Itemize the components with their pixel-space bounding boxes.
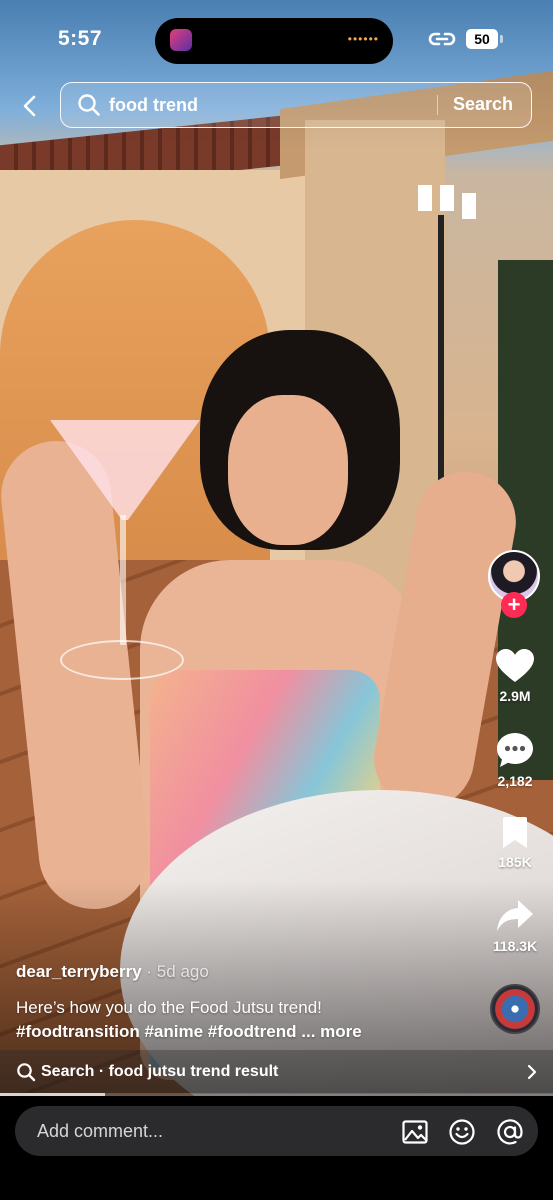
search-suggestion-text: Search · food jutsu trend result (41, 1063, 279, 1080)
caption-line: Here’s how you do the Food Jutsu trend! (16, 998, 322, 1017)
share-count: 118.3K (492, 938, 538, 954)
comment-bar (0, 1096, 553, 1200)
search-button[interactable]: Search (453, 94, 513, 115)
back-button[interactable] (14, 88, 44, 124)
activity-dots-icon: •••••• (347, 32, 379, 46)
app-activity-icon (170, 29, 192, 51)
comment-count: 2,182 (497, 773, 533, 789)
search-divider (437, 95, 438, 115)
save-count: 185K (498, 854, 532, 870)
image-icon[interactable] (401, 1118, 429, 1146)
search-bar[interactable]: Search (60, 82, 532, 128)
post-age: · 5d ago (141, 962, 209, 981)
more-link[interactable]: ... more (297, 1022, 361, 1041)
chevron-left-icon (23, 95, 36, 117)
heart-icon (496, 649, 534, 682)
person-face (228, 395, 348, 545)
comment-input[interactable] (37, 1119, 367, 1143)
video-caption: dear_terryberry · 5d ago Here’s how you … (16, 962, 476, 1044)
chevron-right-icon (527, 1064, 537, 1080)
glass-base (60, 640, 184, 680)
candle-sconce (408, 185, 478, 485)
share-arrow-icon (497, 900, 533, 931)
caption-header: dear_terryberry · 5d ago (16, 962, 476, 982)
emoji-icon[interactable] (448, 1118, 476, 1146)
comment-bubble-icon (497, 733, 533, 767)
search-icon (78, 94, 100, 116)
battery-cap (500, 35, 503, 43)
share-button[interactable]: 118.3K (486, 898, 544, 954)
video-frame[interactable] (0, 0, 553, 1096)
music-disc[interactable] (490, 984, 540, 1034)
comment-button[interactable]: 2,182 (486, 731, 544, 789)
battery-indicator: 50 (466, 29, 498, 49)
like-count: 2.9M (499, 688, 531, 704)
mention-icon[interactable] (496, 1118, 524, 1146)
search-suggestion-bar[interactable]: Search · food jutsu trend result (0, 1050, 553, 1094)
status-time: 5:57 (58, 27, 103, 50)
link-icon (428, 32, 456, 46)
save-button[interactable]: 185K (486, 816, 544, 870)
glass-stem (120, 515, 126, 645)
dynamic-island[interactable]: •••••• (155, 18, 393, 64)
like-button[interactable]: 2.9M (486, 648, 544, 704)
comment-box[interactable] (15, 1106, 538, 1156)
search-icon (17, 1063, 36, 1082)
creator-username[interactable]: dear_terryberry (16, 962, 142, 981)
follow-button[interactable]: + (501, 592, 527, 618)
caption-text[interactable]: Here’s how you do the Food Jutsu trend! … (16, 996, 476, 1044)
hashtags[interactable]: #foodtransition #anime #foodtrend (16, 1022, 297, 1041)
search-input[interactable] (109, 93, 429, 117)
bookmark-icon (503, 817, 527, 848)
